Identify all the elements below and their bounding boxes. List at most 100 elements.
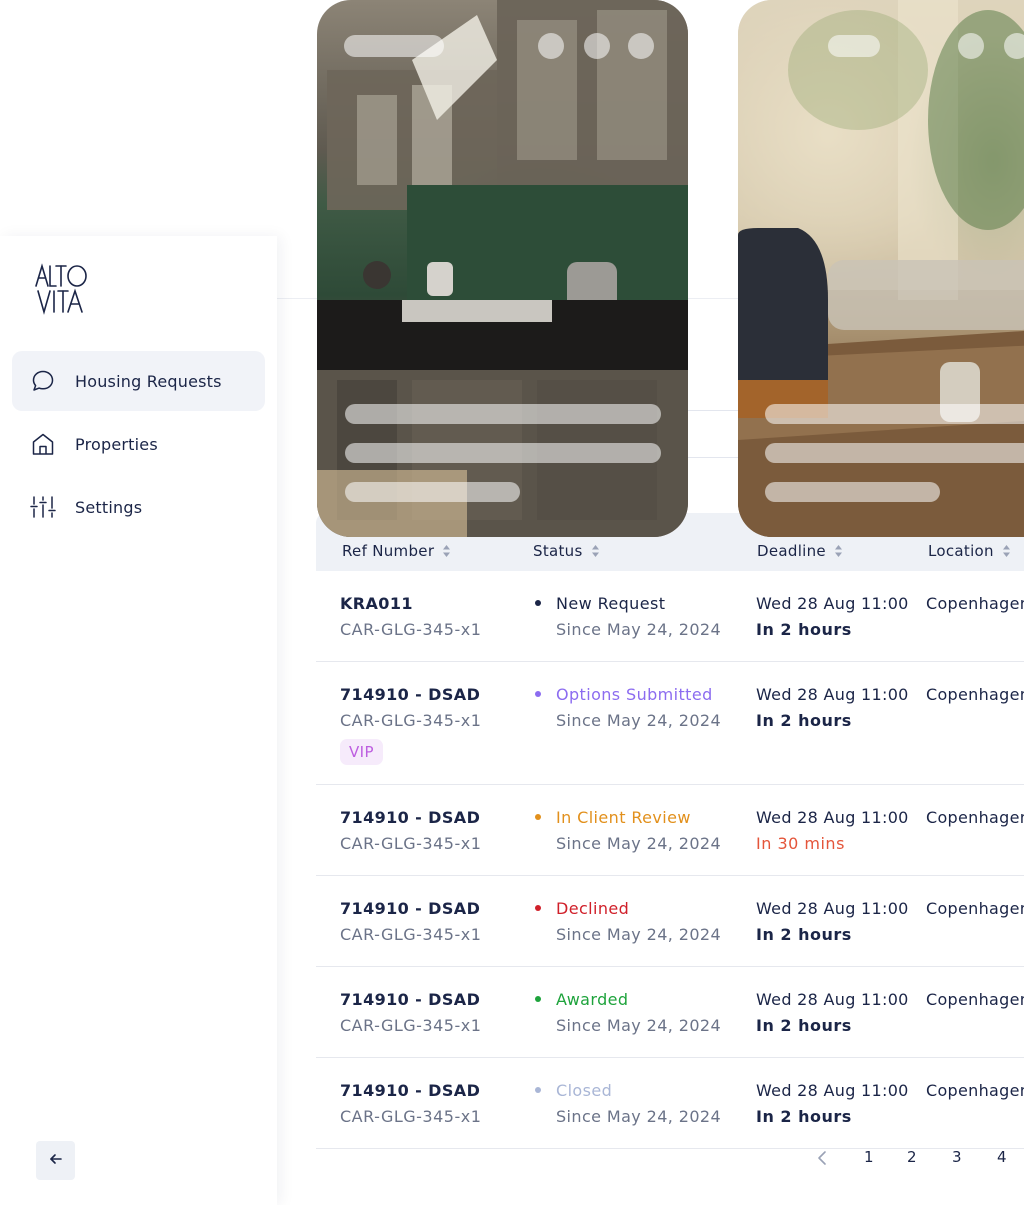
arrow-left-icon bbox=[49, 1152, 63, 1169]
status-label: Awarded bbox=[556, 990, 629, 1009]
ref-number: 714910 - DSAD bbox=[340, 899, 481, 918]
placeholder-dot bbox=[538, 33, 564, 59]
deadline-relative: In 2 hours bbox=[756, 925, 852, 944]
deadline-relative: In 2 hours bbox=[756, 711, 852, 730]
status-since: Since May 24, 2024 bbox=[556, 1016, 722, 1035]
deadline-relative: In 2 hours bbox=[756, 620, 852, 639]
placeholder-dot bbox=[584, 33, 610, 59]
location: Copenhagen bbox=[926, 685, 1024, 704]
status-label: New Request bbox=[556, 594, 666, 613]
house-icon bbox=[30, 431, 56, 457]
sidebar-item-label: Properties bbox=[75, 434, 158, 454]
table-row[interactable]: 714910 - DSAD CAR-GLG-345-x1 Closed Sinc… bbox=[316, 1058, 1024, 1149]
status-dot bbox=[535, 600, 541, 606]
deadline-relative: In 2 hours bbox=[756, 1107, 852, 1126]
ref-code: CAR-GLG-345-x1 bbox=[340, 1107, 482, 1126]
status-dot bbox=[535, 814, 541, 820]
placeholder-text-line bbox=[765, 482, 940, 502]
sidebar-item-settings[interactable]: Settings bbox=[12, 477, 265, 537]
page-button-1[interactable]: 1 bbox=[864, 1148, 874, 1166]
sort-icon bbox=[1002, 544, 1011, 558]
table-row[interactable]: KRA011 CAR-GLG-345-x1 New Request Since … bbox=[316, 571, 1024, 662]
page-button-2[interactable]: 2 bbox=[907, 1148, 917, 1166]
ref-code: CAR-GLG-345-x1 bbox=[340, 711, 482, 730]
status-dot bbox=[535, 905, 541, 911]
altovita-logo bbox=[34, 262, 90, 316]
location: Copenhagen bbox=[926, 808, 1024, 827]
status-since: Since May 24, 2024 bbox=[556, 620, 722, 639]
placeholder-text-line bbox=[345, 443, 661, 463]
deadline-date: Wed 28 Aug 11:00 bbox=[756, 685, 909, 704]
status-label: Declined bbox=[556, 899, 630, 918]
column-header-label: Deadline bbox=[757, 542, 826, 560]
placeholder-dot bbox=[1004, 33, 1024, 59]
placeholder-dot bbox=[628, 33, 654, 59]
status-since: Since May 24, 2024 bbox=[556, 711, 722, 730]
page-button-3[interactable]: 3 bbox=[952, 1148, 962, 1166]
sidebar-item-properties[interactable]: Properties bbox=[12, 414, 265, 474]
deadline-date: Wed 28 Aug 11:00 bbox=[756, 1081, 909, 1100]
kitchen-photo-card bbox=[317, 0, 688, 537]
location: Copenhagen bbox=[926, 899, 1024, 918]
ref-code: CAR-GLG-345-x1 bbox=[340, 925, 482, 944]
placeholder-dot bbox=[958, 33, 984, 59]
status-label: Options Submitted bbox=[556, 685, 713, 704]
table-row[interactable]: 714910 - DSAD CAR-GLG-345-x1 Declined Si… bbox=[316, 876, 1024, 967]
ref-number: 714910 - DSAD bbox=[340, 1081, 481, 1100]
requests-table-body: KRA011 CAR-GLG-345-x1 New Request Since … bbox=[316, 571, 1024, 1149]
page-button-4[interactable]: 4 bbox=[997, 1148, 1007, 1166]
sidebar-item-housing-requests[interactable]: Housing Requests bbox=[12, 351, 265, 411]
column-header-ref-number[interactable]: Ref Number bbox=[342, 542, 451, 560]
sort-icon bbox=[834, 544, 843, 558]
placeholder-text-line bbox=[345, 404, 661, 424]
sidebar-item-label: Housing Requests bbox=[75, 371, 222, 391]
placeholder-pill bbox=[344, 35, 444, 57]
status-since: Since May 24, 2024 bbox=[556, 834, 722, 853]
placeholder-pill bbox=[828, 35, 880, 57]
placeholder-text-line bbox=[765, 404, 1024, 424]
ref-code: CAR-GLG-345-x1 bbox=[340, 1016, 482, 1035]
table-row[interactable]: 714910 - DSAD CAR-GLG-345-x1 Awarded Sin… bbox=[316, 967, 1024, 1058]
ref-number: 714910 - DSAD bbox=[340, 808, 481, 827]
ref-number: 714910 - DSAD bbox=[340, 990, 481, 1009]
vip-badge: VIP bbox=[340, 739, 383, 765]
sort-icon bbox=[591, 544, 600, 558]
column-header-label: Location bbox=[928, 542, 994, 560]
column-header-status[interactable]: Status bbox=[533, 542, 600, 560]
status-since: Since May 24, 2024 bbox=[556, 1107, 722, 1126]
deadline-date: Wed 28 Aug 11:00 bbox=[756, 594, 909, 613]
column-header-deadline[interactable]: Deadline bbox=[757, 542, 843, 560]
sidebar-item-label: Settings bbox=[75, 497, 143, 517]
ref-code: CAR-GLG-345-x1 bbox=[340, 834, 482, 853]
sidebar-nav: Housing Requests Properties Settings bbox=[12, 351, 265, 540]
table-row[interactable]: 714910 - DSAD CAR-GLG-345-x1 In Client R… bbox=[316, 785, 1024, 876]
status-label: Closed bbox=[556, 1081, 613, 1100]
status-dot bbox=[535, 1087, 541, 1093]
status-dot bbox=[535, 996, 541, 1002]
collapse-sidebar-button[interactable] bbox=[36, 1141, 75, 1180]
deadline-date: Wed 28 Aug 11:00 bbox=[756, 899, 909, 918]
status-since: Since May 24, 2024 bbox=[556, 925, 722, 944]
ref-code: CAR-GLG-345-x1 bbox=[340, 620, 482, 639]
deadline-relative: In 2 hours bbox=[756, 1016, 852, 1035]
location: Copenhagen bbox=[926, 990, 1024, 1009]
status-label: In Client Review bbox=[556, 808, 691, 827]
ref-number: 714910 - DSAD bbox=[340, 685, 481, 704]
table-row[interactable]: 714910 - DSAD CAR-GLG-345-x1 VIP Options… bbox=[316, 662, 1024, 785]
sort-icon bbox=[442, 544, 451, 558]
deadline-date: Wed 28 Aug 11:00 bbox=[756, 990, 909, 1009]
deadline-relative: In 30 mins bbox=[756, 834, 845, 853]
location: Copenhagen bbox=[926, 1081, 1024, 1100]
chat-bubble-icon bbox=[30, 368, 56, 394]
status-dot bbox=[535, 691, 541, 697]
ref-number: KRA011 bbox=[340, 594, 413, 613]
column-header-location[interactable]: Location bbox=[928, 542, 1011, 560]
placeholder-text-line bbox=[345, 482, 520, 502]
sliders-icon bbox=[30, 494, 56, 520]
column-header-label: Ref Number bbox=[342, 542, 435, 560]
placeholder-text-line bbox=[765, 443, 1024, 463]
sidebar: Housing Requests Properties Settings bbox=[0, 236, 277, 1205]
previous-page-button[interactable] bbox=[817, 1150, 827, 1170]
location: Copenhagen bbox=[926, 594, 1024, 613]
chevron-left-icon bbox=[817, 1151, 827, 1170]
